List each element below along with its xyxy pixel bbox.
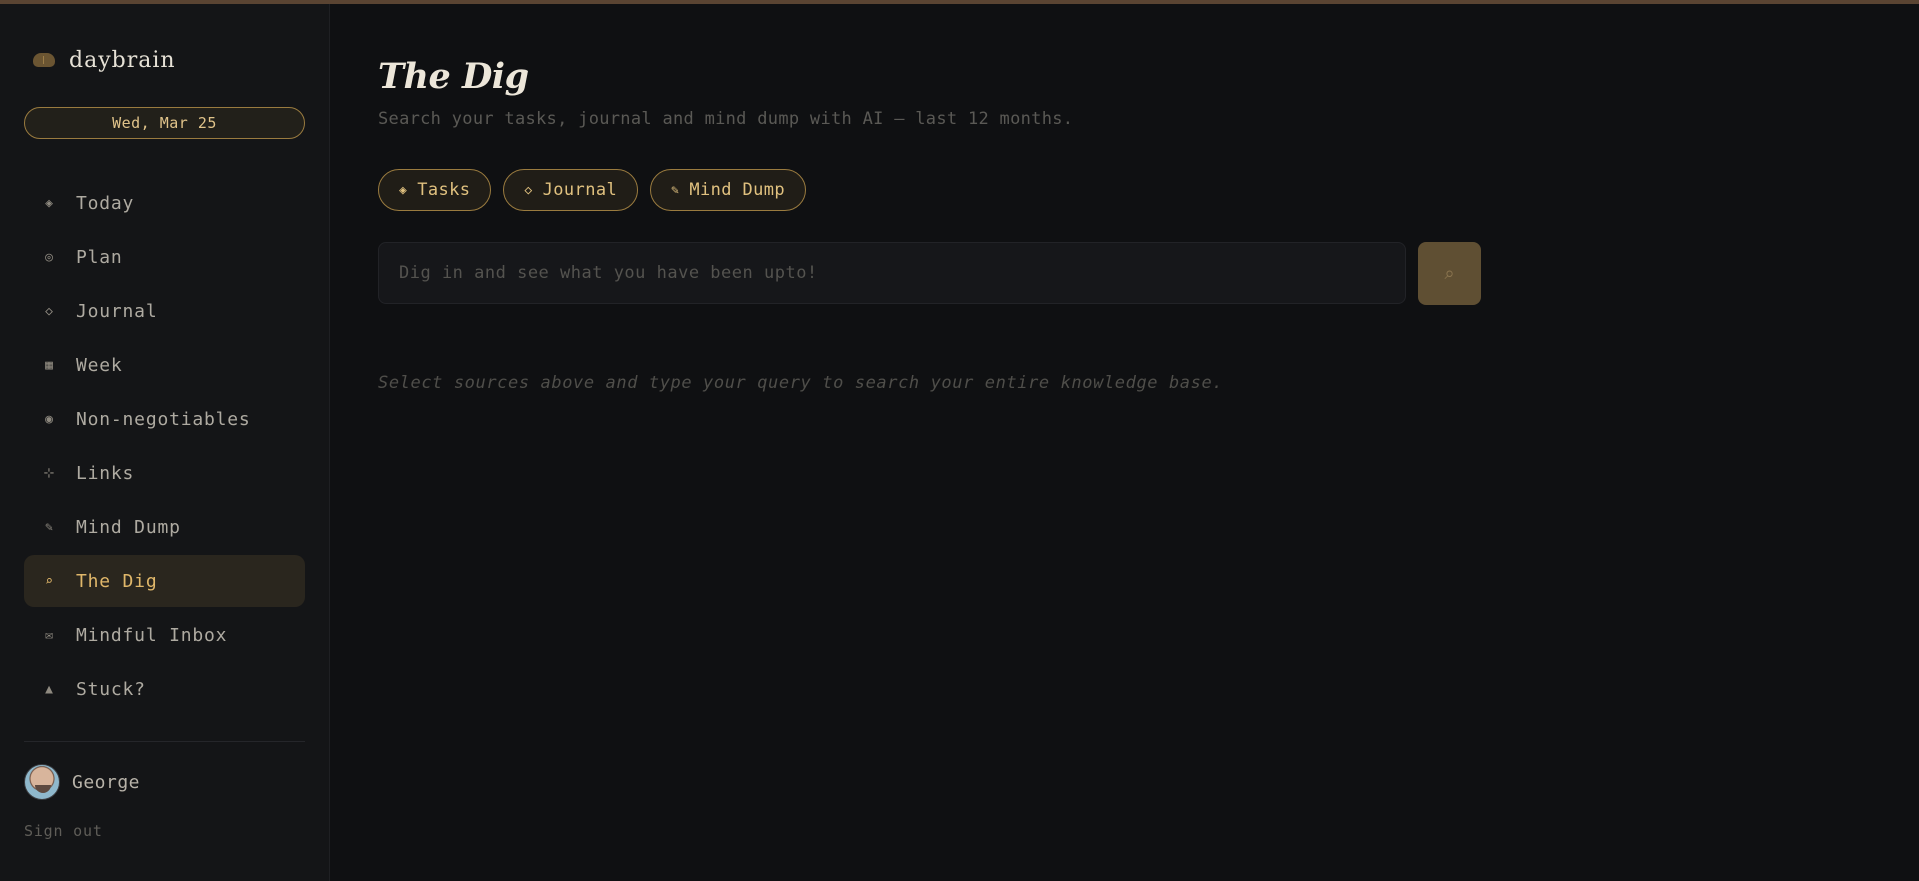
page-subtitle: Search your tasks, journal and mind dump…	[378, 109, 1074, 129]
brand[interactable]: daybrain	[24, 36, 305, 84]
sign-out-link[interactable]: Sign out	[24, 822, 305, 840]
sidebar-item-label: Stuck?	[76, 678, 146, 700]
sidebar-item-stuck[interactable]: ▲ Stuck?	[24, 663, 305, 715]
sidebar-item-label: Today	[76, 192, 135, 214]
sidebar-item-journal[interactable]: ◇ Journal	[24, 285, 305, 337]
search-icon: ⌕	[1444, 263, 1455, 283]
avatar	[24, 764, 60, 800]
sidebar-item-non-negotiables[interactable]: ◉ Non-negotiables	[24, 393, 305, 445]
grid-icon: ▦	[45, 357, 53, 373]
sidebar-item-plan[interactable]: ◎ Plan	[24, 231, 305, 283]
chip-label: Journal	[542, 180, 618, 200]
sidebar-item-label: Journal	[76, 300, 158, 322]
brain-icon	[33, 53, 55, 67]
target-icon: ◎	[45, 249, 53, 265]
envelope-icon: ✉	[45, 627, 53, 643]
search-icon: ⌕	[45, 573, 53, 589]
sidebar-item-label: Links	[76, 462, 135, 484]
source-chip-journal[interactable]: ◇ Journal	[503, 169, 639, 211]
bullseye-icon: ◉	[45, 411, 53, 427]
sidebar-item-label: Mind Dump	[76, 516, 181, 538]
user-profile[interactable]: George	[24, 764, 305, 800]
sidebar-item-label: Non-negotiables	[76, 408, 251, 430]
sidebar-nav: ◈ Today ◎ Plan ◇ Journal ▦ Week ◉ Non-ne…	[24, 177, 305, 715]
sidebar-item-label: Plan	[76, 246, 123, 268]
sparkle-icon: ⊹	[43, 465, 55, 481]
sidebar-item-label: Mindful Inbox	[76, 624, 228, 646]
sidebar-item-mindful-inbox[interactable]: ✉ Mindful Inbox	[24, 609, 305, 661]
search-input[interactable]	[378, 242, 1406, 304]
sidebar-divider	[24, 741, 305, 742]
pencil-icon: ✎	[671, 182, 680, 198]
diamond-icon: ◈	[399, 182, 408, 198]
source-chip-tasks[interactable]: ◈ Tasks	[378, 169, 492, 211]
diamond-outline-icon: ◇	[45, 303, 53, 319]
search-button[interactable]: ⌕	[1418, 242, 1481, 305]
sidebar-item-the-dig[interactable]: ⌕ The Dig	[24, 555, 305, 607]
sidebar-item-today[interactable]: ◈ Today	[24, 177, 305, 229]
pencil-icon: ✎	[45, 519, 53, 535]
source-filters: ◈ Tasks ◇ Journal ✎ Mind Dump	[378, 169, 1919, 211]
app: daybrain Wed, Mar 25 ◈ Today ◎ Plan ◇ Jo…	[0, 4, 1919, 881]
sidebar-item-links[interactable]: ⊹ Links	[24, 447, 305, 499]
brand-name: daybrain	[69, 47, 176, 73]
user-name: George	[72, 771, 141, 793]
source-chip-mind-dump[interactable]: ✎ Mind Dump	[650, 169, 807, 211]
date-pill[interactable]: Wed, Mar 25	[24, 107, 305, 139]
main-content: The Dig Search your tasks, journal and m…	[330, 4, 1919, 881]
empty-state-hint: Select sources above and type your query…	[378, 373, 1224, 393]
chip-label: Tasks	[417, 180, 471, 200]
diamond-icon: ◈	[45, 195, 53, 211]
triangle-icon: ▲	[45, 681, 53, 697]
sidebar-item-mind-dump[interactable]: ✎ Mind Dump	[24, 501, 305, 553]
sidebar: daybrain Wed, Mar 25 ◈ Today ◎ Plan ◇ Jo…	[0, 4, 330, 881]
diamond-outline-icon: ◇	[524, 182, 533, 198]
sidebar-item-week[interactable]: ▦ Week	[24, 339, 305, 391]
page-title: The Dig	[378, 56, 529, 97]
sidebar-item-label: Week	[76, 354, 123, 376]
chip-label: Mind Dump	[689, 180, 786, 200]
search-row: ⌕	[378, 242, 1919, 305]
sidebar-item-label: The Dig	[76, 570, 158, 592]
